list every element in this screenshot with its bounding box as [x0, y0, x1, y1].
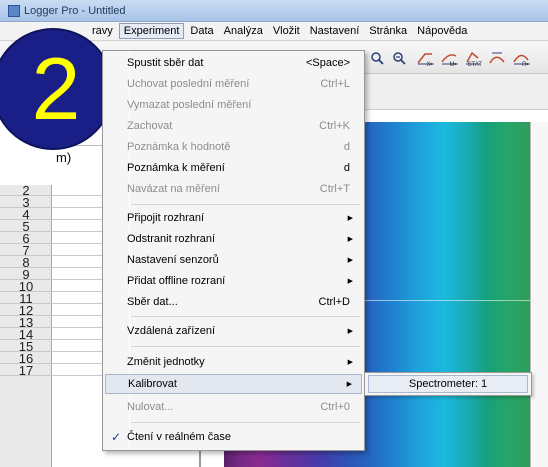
menu-item-label: Zachovat: [127, 120, 173, 132]
examine-icon[interactable]: X=: [414, 46, 436, 70]
menu-item-start-collection[interactable]: Spustit sběr dat <Space>: [105, 53, 362, 73]
menu-item-label: Kalibrovat: [128, 378, 177, 390]
menu-item-label: Spustit sběr dat: [127, 57, 204, 69]
menu-item-shortcut: Ctrl+L: [320, 78, 350, 90]
submenu-arrow-icon: ▶: [347, 215, 353, 222]
menu-item-zero[interactable]: Nulovat... Ctrl+0: [105, 397, 362, 417]
menu-item-label: Připojit rozhraní: [127, 212, 205, 224]
menu-item-shortcut: d: [343, 141, 350, 153]
menu-item-label: Změnit jednotky: [127, 356, 205, 368]
row-number: 6: [22, 231, 30, 246]
submenu-arrow-icon: ▶: [347, 278, 353, 285]
menu-item-label: Poznámka k hodnotě: [127, 141, 231, 153]
examine-icon-sub: X=: [426, 62, 434, 68]
stats-icon-sub: STAT: [467, 62, 482, 68]
menu-analysis[interactable]: Analýza: [220, 24, 267, 38]
menu-separator: [131, 316, 360, 317]
menu-page[interactable]: Stránka: [365, 24, 411, 38]
menu-item-clear-latest-run[interactable]: Vymazat poslední měření: [105, 95, 362, 115]
menu-data[interactable]: Data: [186, 24, 217, 38]
row-number: 2: [22, 183, 30, 198]
menu-item-connect-interface[interactable]: Připojit rozhraní ▶: [105, 208, 362, 228]
menu-item-set-up-sensors[interactable]: Nastavení senzorů ▶: [105, 250, 362, 270]
menu-item-store-latest-run[interactable]: Uchovat poslední měření Ctrl+L: [105, 74, 362, 94]
column-header-unit: m): [56, 150, 72, 165]
menu-item-realtime-reading[interactable]: ✓ Čtení v reálném čase: [105, 427, 362, 447]
menu-separator: [131, 204, 360, 205]
menu-item-shortcut: Ctrl+0: [320, 401, 350, 413]
menu-item-label: Nastavení senzorů: [127, 254, 219, 266]
menu-settings[interactable]: Nastavení: [306, 24, 364, 38]
menu-insert[interactable]: Vložit: [269, 24, 304, 38]
calibrate-submenu: Spectrometer: 1: [364, 372, 532, 396]
submenu-arrow-icon: ▶: [347, 257, 353, 264]
experiment-menu: Spustit sběr dat <Space> Uchovat posledn…: [102, 50, 365, 451]
menu-item-data-collection[interactable]: Sběr dat... Ctrl+D: [105, 292, 362, 312]
zoom-out-icon[interactable]: [388, 46, 410, 70]
submenu-item-spectrometer[interactable]: Spectrometer: 1: [368, 375, 528, 393]
row-number: 17: [18, 363, 34, 378]
row-number: 4: [22, 207, 30, 222]
menu-item-label: Nulovat...: [127, 401, 174, 413]
model-icon[interactable]: M=: [438, 46, 460, 70]
graph-scrollbar[interactable]: [530, 122, 548, 467]
menu-experiment[interactable]: Experiment: [118, 23, 185, 39]
menu-item-change-units[interactable]: Změnit jednotky ▶: [105, 352, 362, 372]
checkmark-icon: ✓: [111, 430, 122, 444]
menu-item-shortcut: Ctrl+K: [319, 120, 350, 132]
menu-item-disconnect-interface[interactable]: Odstranit rozhraní ▶: [105, 229, 362, 249]
row-number: 5: [22, 219, 30, 234]
menu-item-shortcut: d: [343, 162, 350, 174]
menu-item-label: Sběr dat...: [127, 296, 178, 308]
row-number: 8: [22, 255, 30, 270]
menu-item-label: Uchovat poslední měření: [127, 78, 250, 90]
menu-item-label: Poznámka k měření: [127, 162, 225, 174]
menu-item-keep[interactable]: Zachovat Ctrl+K: [105, 116, 362, 136]
submenu-arrow-icon: ▶: [347, 236, 353, 243]
menu-item-label: Čtení v reálném čase: [127, 431, 231, 443]
row-number: 7: [22, 243, 30, 258]
submenu-arrow-icon: ▶: [347, 328, 353, 335]
menu-item-label: Odstranit rozhraní: [127, 233, 216, 245]
menu-separator: [131, 346, 360, 347]
app-icon: [8, 4, 20, 17]
menu-item-label: Navázat na měření: [127, 183, 220, 195]
curve-fit-icon-sub: R=: [522, 62, 530, 68]
row-number: 10: [18, 279, 34, 294]
curve-fit-icon[interactable]: R=: [510, 46, 532, 70]
menu-item-append-run[interactable]: Navázat na měření Ctrl+T: [105, 179, 362, 199]
menu-item-shortcut: <Space>: [305, 57, 350, 69]
submenu-arrow-icon: ▶: [346, 381, 352, 388]
menu-separator: [131, 422, 360, 423]
menu-item-shortcut: Ctrl+D: [318, 296, 350, 308]
menu-help[interactable]: Nápověda: [413, 24, 471, 38]
menu-item-add-offline-interface[interactable]: Přidat offline rozraní ▶: [105, 271, 362, 291]
menu-item-calibrate[interactable]: Kalibrovat ▶: [105, 374, 362, 394]
model-icon-sub: M=: [449, 62, 458, 68]
menu-item-label: Vymazat poslední měření: [127, 99, 252, 111]
menu-item-label: Přidat offline rozraní: [127, 275, 226, 287]
row-number: 14: [18, 327, 34, 342]
row-number: 11: [19, 291, 33, 306]
menu-edit[interactable]: ravy: [88, 24, 117, 38]
row-number: 9: [22, 267, 30, 282]
step-number: 2: [31, 39, 81, 138]
menu-item-run-note[interactable]: Poznámka k měření d: [105, 158, 362, 178]
zoom-in-icon[interactable]: [366, 46, 388, 70]
row-number: 15: [18, 339, 34, 354]
menu-item-shortcut: Ctrl+T: [319, 183, 350, 195]
title-bar: Logger Pro - Untitled: [0, 0, 548, 22]
window-title: Logger Pro - Untitled: [24, 4, 126, 17]
menu-item-label: Vzdálená zařízení: [127, 325, 216, 337]
submenu-arrow-icon: ▶: [347, 359, 353, 366]
menu-item-remote-devices[interactable]: Vzdálená zařízení ▶: [105, 321, 362, 341]
row-number: 13: [18, 315, 34, 330]
row-number: 16: [18, 351, 34, 366]
stats-icon[interactable]: STAT: [462, 46, 484, 70]
row-number: 3: [22, 195, 30, 210]
tangent-icon[interactable]: [486, 46, 508, 70]
menu-item-value-note[interactable]: Poznámka k hodnotě d: [105, 137, 362, 157]
row-number: 12: [18, 303, 34, 318]
